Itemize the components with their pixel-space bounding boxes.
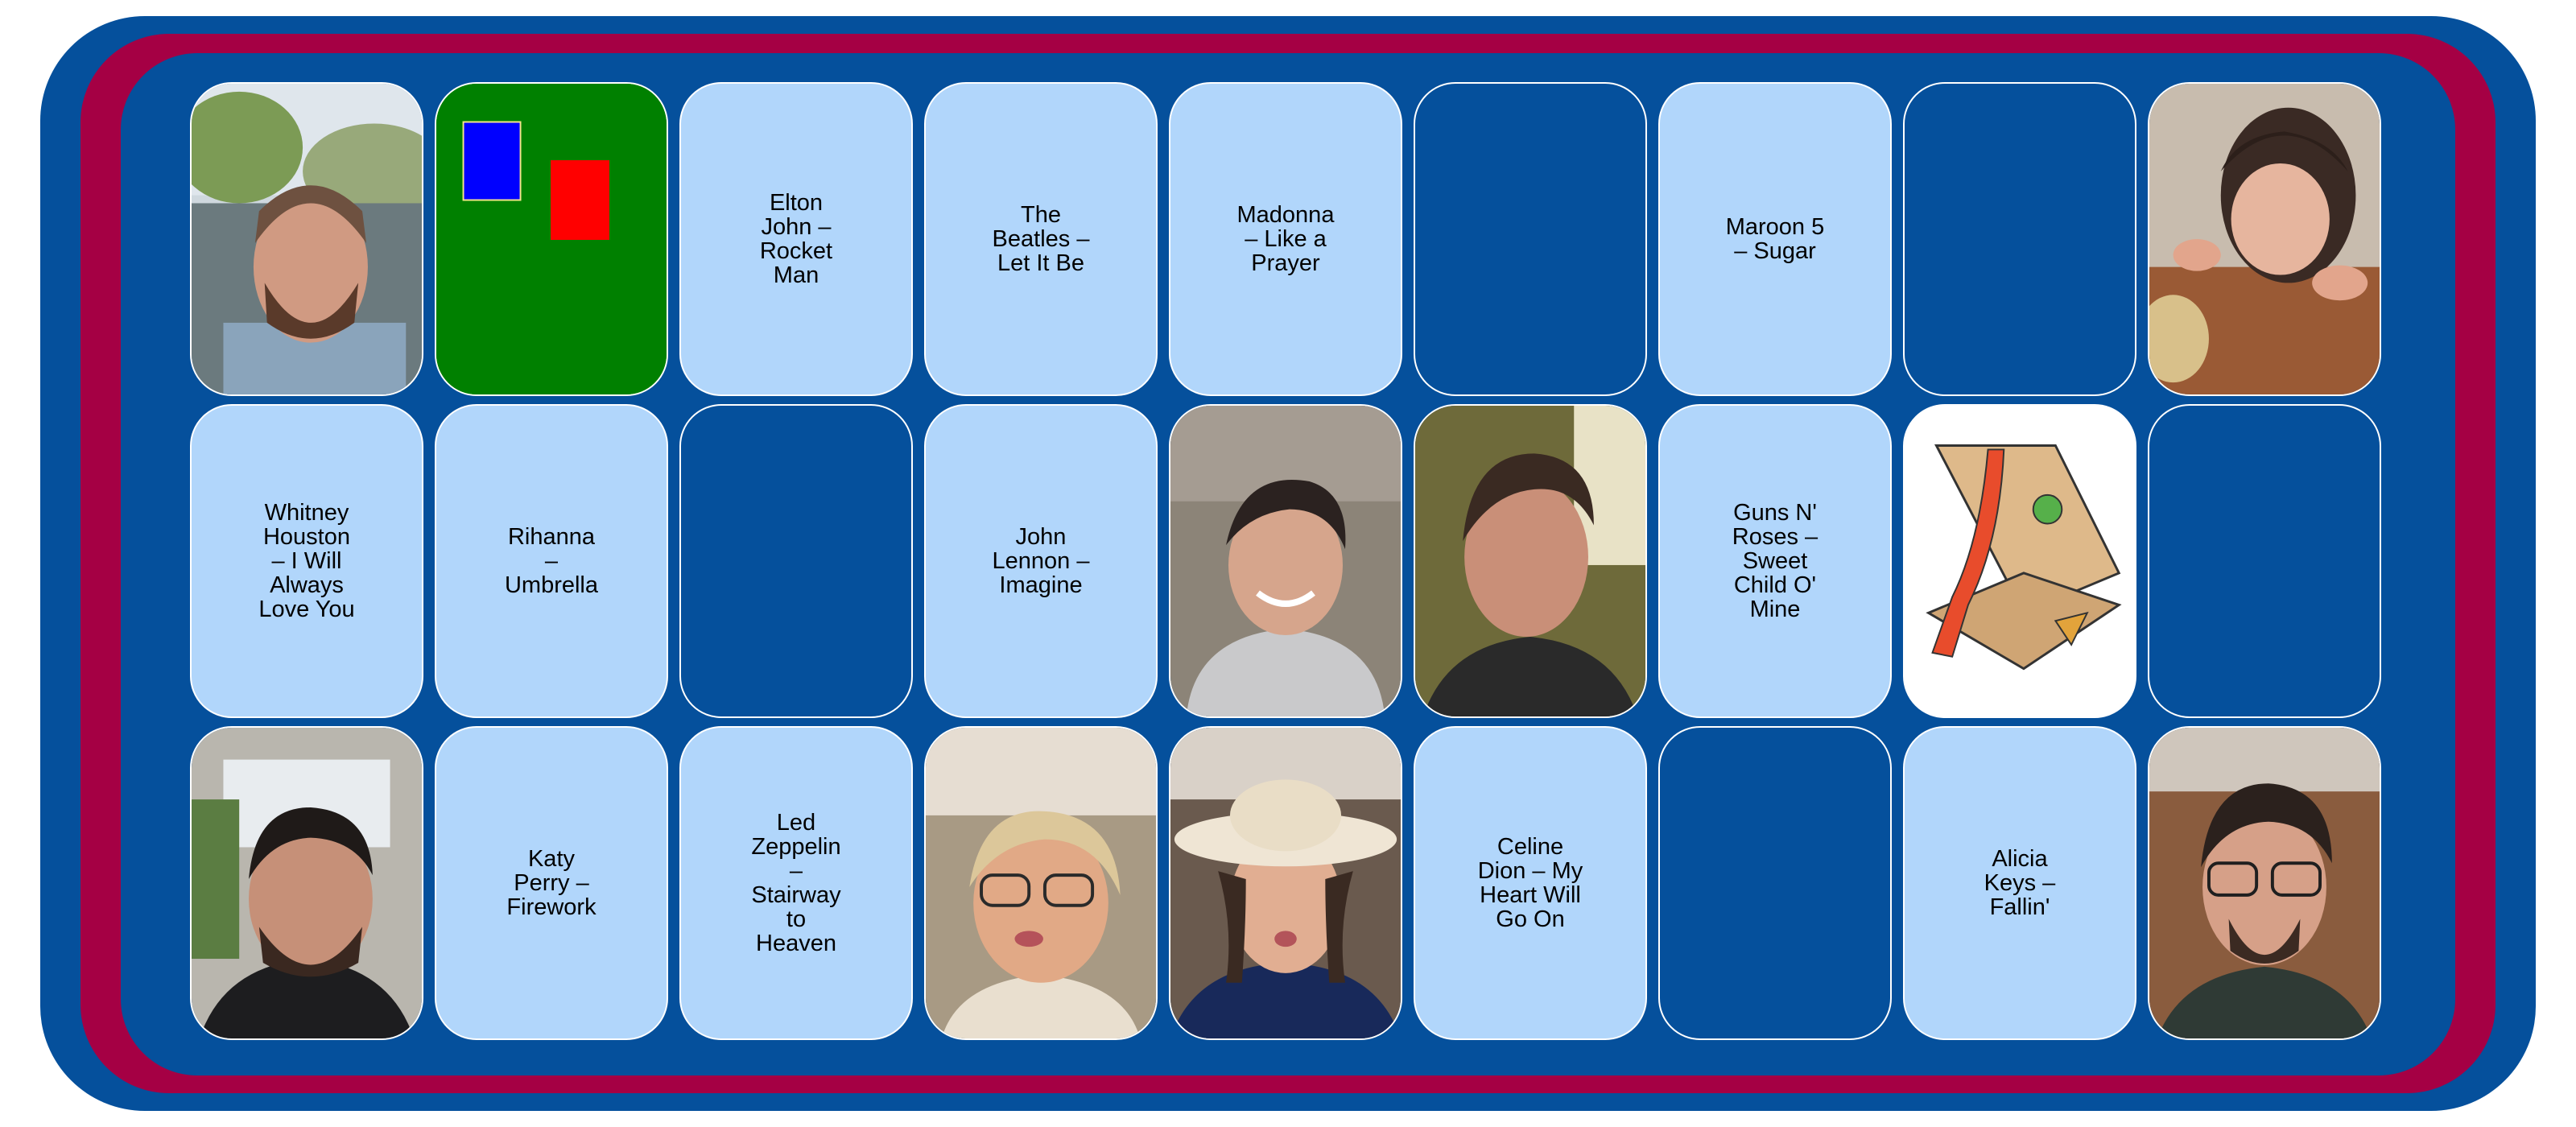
- card-blank[interactable]: [2148, 404, 2381, 718]
- song-title: Whitney Houston – I Will Always Love You: [258, 500, 355, 622]
- card-song[interactable]: Rihanna – Umbrella: [435, 404, 668, 718]
- card-blank[interactable]: [1658, 726, 1892, 1040]
- card-song[interactable]: Whitney Houston – I Will Always Love You: [190, 404, 423, 718]
- card-illustration[interactable]: [1903, 404, 2136, 718]
- photo-woman-cowboy-hat-icon: [1170, 728, 1401, 1038]
- card-blank[interactable]: [1414, 82, 1647, 396]
- photo-bearded-man-outdoors-icon: [192, 84, 422, 394]
- song-title: Elton John – Rocket Man: [759, 190, 833, 288]
- card-song[interactable]: Maroon 5 – Sugar: [1658, 82, 1892, 396]
- pizza-box-illustration-icon: [1905, 406, 2135, 716]
- photo-smiling-woman-table-icon: [2149, 84, 2380, 394]
- card-song[interactable]: Madonna – Like a Prayer: [1169, 82, 1402, 396]
- photo-man-glasses-smiling-icon: [2149, 728, 2380, 1038]
- song-title: The Beatles – Let It Be: [992, 202, 1090, 276]
- card-photo[interactable]: [924, 726, 1158, 1040]
- photo-young-man-portrait-icon: [1415, 406, 1645, 716]
- song-title: Maroon 5 – Sugar: [1725, 214, 1825, 264]
- photo-blonde-woman-glasses-icon: [926, 728, 1156, 1038]
- song-title: Celine Dion – My Heart Will Go On: [1477, 834, 1583, 932]
- card-song[interactable]: Alicia Keys – Fallin': [1903, 726, 2136, 1040]
- card-blank[interactable]: [679, 404, 913, 718]
- song-title: John Lennon – Imagine: [992, 524, 1090, 598]
- card-song[interactable]: Elton John – Rocket Man: [679, 82, 913, 396]
- card-blank[interactable]: [1903, 82, 2136, 396]
- card-photo[interactable]: [190, 726, 423, 1040]
- card-photo[interactable]: [1169, 726, 1402, 1040]
- card-photo[interactable]: [1169, 404, 1402, 718]
- song-title: Alicia Keys – Fallin': [1984, 846, 2056, 920]
- photo-smiling-person-hoodie-icon: [1170, 406, 1401, 716]
- card-song[interactable]: Celine Dion – My Heart Will Go On: [1414, 726, 1647, 1040]
- card-photo[interactable]: [2148, 726, 2381, 1040]
- song-title: Led Zeppelin – Stairway to Heaven: [751, 810, 841, 956]
- song-title: Guns N' Roses – Sweet Child O' Mine: [1732, 500, 1818, 622]
- blue-red-cards-on-green-icon: [436, 84, 667, 394]
- card-photo[interactable]: [2148, 82, 2381, 396]
- card-song[interactable]: John Lennon – Imagine: [924, 404, 1158, 718]
- card-photo[interactable]: [190, 82, 423, 396]
- card-song[interactable]: Guns N' Roses – Sweet Child O' Mine: [1658, 404, 1892, 718]
- card-photo[interactable]: [1414, 404, 1647, 718]
- card-color-swatch[interactable]: [435, 82, 668, 396]
- card-song[interactable]: Katy Perry – Firework: [435, 726, 668, 1040]
- photo-man-kiss-face-icon: [192, 728, 422, 1038]
- card-grid: Elton John – Rocket Man The Beatles – Le…: [190, 82, 2381, 1040]
- card-song[interactable]: The Beatles – Let It Be: [924, 82, 1158, 396]
- card-song[interactable]: Led Zeppelin – Stairway to Heaven: [679, 726, 913, 1040]
- song-title: Katy Perry – Firework: [506, 846, 597, 920]
- song-title: Rihanna – Umbrella: [504, 524, 598, 598]
- song-title: Madonna – Like a Prayer: [1236, 202, 1335, 276]
